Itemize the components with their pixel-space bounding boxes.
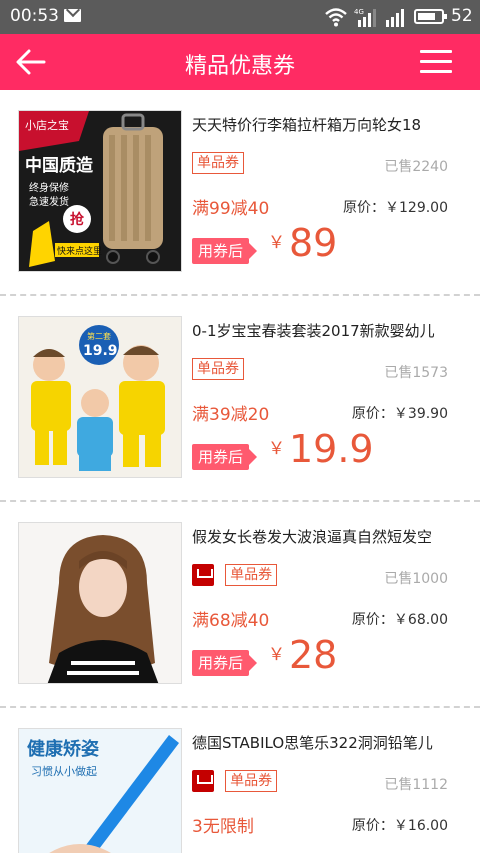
sold-count: 已售2240 (384, 159, 448, 175)
product-image[interactable]: 健康矫姿 习惯从小做起 (18, 728, 182, 853)
product-image[interactable]: 中国质造 终身保修 急速发货 抢 快来点这里 小店之宝 (18, 110, 182, 272)
thumb-text: 中国质造 (25, 155, 94, 176)
coupon-price: ￥ 28 (268, 636, 337, 674)
coupon-row: 单品券 (192, 358, 244, 382)
sold-count: 已售1573 (384, 365, 448, 381)
currency-symbol: ￥ (268, 438, 285, 459)
price-value: 19.9 (289, 427, 374, 471)
coupon-row: 单品券 (192, 770, 278, 794)
original-price: 原价：￥16.00 (351, 818, 448, 834)
coupon-badge: 单品券 (192, 358, 244, 380)
status-bar: 00:53 4G 52 (0, 0, 480, 34)
thumb-text: 19.9 (83, 343, 118, 359)
thumb-text: 急速发货 (29, 195, 69, 208)
discount-rule: 3无限制 (192, 817, 254, 837)
discount-rule: 满99减40 (192, 199, 270, 219)
thumb-text: 快来点这里 (57, 245, 102, 257)
wig-model-photo (19, 523, 181, 683)
product-card[interactable]: 第二套 19.9 0-1岁宝宝春装套装2017新款婴幼儿 单品券 已售1573 … (0, 296, 480, 502)
battery-level: 52 (451, 6, 473, 26)
price-value: 28 (289, 633, 338, 677)
luggage-photo: 中国质造 终身保修 急速发货 抢 快来点这里 小店之宝 (19, 111, 181, 271)
original-price: 原价：￥68.00 (351, 612, 448, 628)
coupon-row: 单品券 (192, 564, 278, 588)
pencil-photo: 健康矫姿 习惯从小做起 (19, 729, 181, 853)
thumb-text: 终身保修 (29, 181, 69, 194)
after-coupon-label[interactable]: 用券后 (192, 238, 258, 264)
product-card[interactable]: 假发女长卷发大波浪逼真自然短发空 单品券 已售1000 满68减40 原价：￥6… (0, 502, 480, 708)
product-image[interactable] (18, 522, 182, 684)
tmall-logo-icon (192, 770, 214, 792)
coupon-price: ￥ 19.9 (268, 430, 374, 468)
mail-notification-icon (64, 9, 81, 22)
tmall-logo-icon (192, 564, 214, 586)
thumb-text: 抢 (70, 211, 85, 228)
battery-icon (414, 9, 447, 24)
thumb-text: 健康矫姿 (27, 738, 99, 760)
baby-clothes-photo: 第二套 19.9 (19, 317, 181, 477)
network-type-label: 4G (354, 8, 364, 16)
after-coupon-label[interactable]: 用券后 (192, 650, 258, 676)
thumb-text: 习惯从小做起 (31, 764, 97, 778)
after-coupon-label[interactable]: 用券后 (192, 444, 258, 470)
sold-count: 已售1112 (384, 777, 448, 793)
wifi-icon (325, 8, 347, 27)
sold-count: 已售1000 (384, 571, 448, 587)
currency-symbol: ￥ (268, 644, 285, 665)
coupon-badge: 单品券 (225, 770, 278, 792)
page-title: 精品优惠券 (184, 54, 295, 79)
cellular-signal-4g-icon: 4G (354, 8, 376, 27)
original-price: 原价：￥39.90 (351, 406, 448, 422)
original-price: 原价：￥129.00 (343, 200, 448, 216)
coupon-row: 单品券 (192, 152, 244, 176)
coupon-price: ￥ 89 (268, 224, 337, 262)
cellular-signal-icon (386, 9, 404, 27)
product-title[interactable]: 0-1岁宝宝春装套装2017新款婴幼儿 (192, 320, 472, 341)
status-time: 00:53 (10, 6, 59, 26)
product-card[interactable]: 中国质造 终身保修 急速发货 抢 快来点这里 小店之宝 天天特价行李箱拉杆箱万向… (0, 90, 480, 296)
product-title[interactable]: 德国STABILO思笔乐322洞洞铅笔儿 (192, 732, 472, 753)
product-image[interactable]: 第二套 19.9 (18, 316, 182, 478)
product-card[interactable]: 健康矫姿 习惯从小做起 德国STABILO思笔乐322洞洞铅笔儿 单品券 已售1… (0, 708, 480, 853)
currency-symbol: ￥ (268, 232, 285, 253)
discount-rule: 满68减40 (192, 611, 270, 631)
app-header: 精品优惠券 (0, 34, 480, 90)
product-title[interactable]: 天天特价行李箱拉杆箱万向轮女18 (192, 114, 472, 135)
coupon-badge: 单品券 (192, 152, 244, 174)
thumb-text: 第二套 (87, 331, 111, 341)
thumb-text: 小店之宝 (25, 118, 69, 132)
price-value: 89 (289, 221, 338, 265)
discount-rule: 满39减20 (192, 405, 270, 425)
hamburger-menu-icon[interactable] (418, 46, 454, 78)
product-title[interactable]: 假发女长卷发大波浪逼真自然短发空 (192, 526, 472, 547)
coupon-badge: 单品券 (225, 564, 278, 586)
